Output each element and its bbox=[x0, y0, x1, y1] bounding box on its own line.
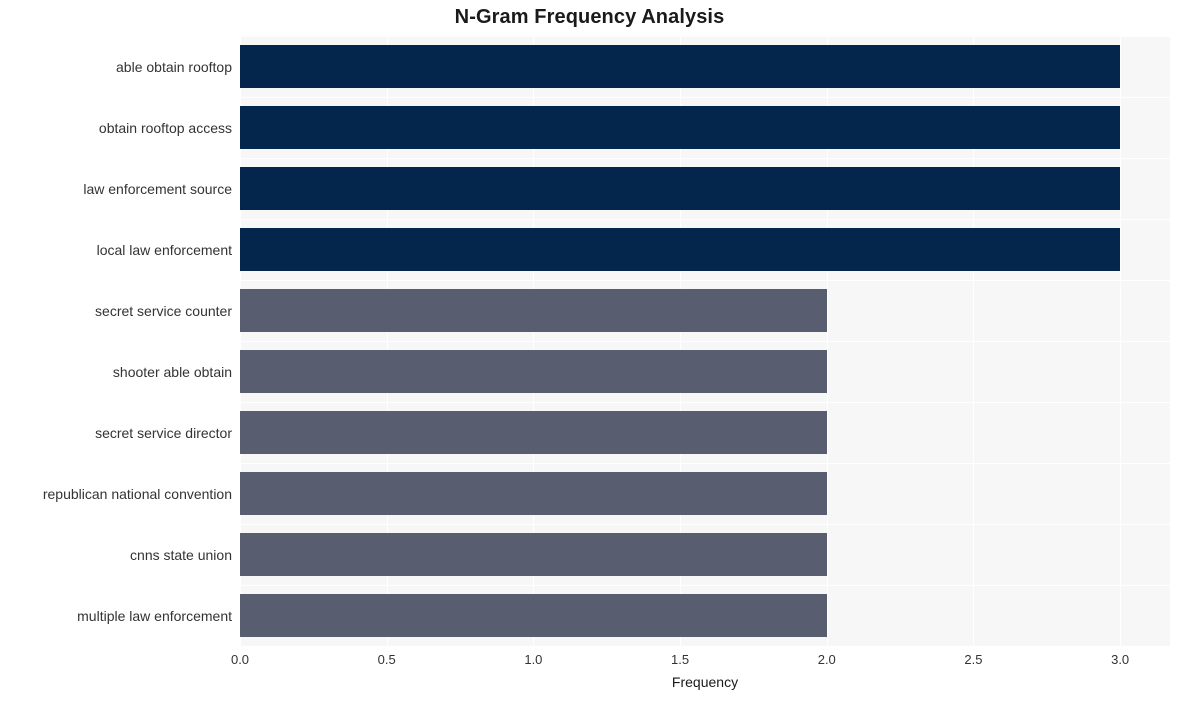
y-axis-tick-label: republican national convention bbox=[42, 485, 232, 502]
x-axis-tick-labels: 0.0 0.5 1.0 1.5 2.0 2.5 3.0 bbox=[231, 652, 1170, 674]
bar bbox=[240, 105, 1121, 150]
x-axis-tick-label: 3.0 bbox=[1111, 652, 1130, 667]
y-axis-tick-label: secret service counter bbox=[95, 302, 232, 319]
bar bbox=[240, 593, 827, 638]
x-axis-tick-label: 0.0 bbox=[230, 652, 250, 667]
x-axis-tick-label: 2.0 bbox=[817, 652, 836, 667]
y-axis-tick-label: law enforcement source bbox=[83, 180, 232, 197]
bar bbox=[240, 44, 1121, 89]
bar bbox=[240, 349, 827, 394]
bar bbox=[240, 410, 827, 455]
x-axis-tick-label: 1.5 bbox=[671, 652, 690, 667]
x-axis-tick-label: 0.5 bbox=[377, 652, 396, 667]
chart-figure: N-Gram Frequency Analysis able obtain ro… bbox=[0, 0, 1179, 701]
y-axis-tick-label: able obtain rooftop bbox=[116, 58, 232, 75]
y-axis-tick-labels: able obtain rooftop obtain rooftop access… bbox=[0, 36, 232, 646]
y-axis-tick-label: obtain rooftop access bbox=[98, 119, 232, 136]
y-axis-tick-label: cnns state union bbox=[130, 546, 232, 563]
y-axis-tick-label: multiple law enforcement bbox=[77, 607, 232, 624]
plot-area bbox=[240, 36, 1170, 646]
y-axis-tick-label: local law enforcement bbox=[96, 241, 232, 258]
x-axis-tick-label: 2.5 bbox=[964, 652, 983, 667]
bar bbox=[240, 471, 827, 516]
bars-layer bbox=[240, 36, 1170, 646]
bar bbox=[240, 227, 1121, 272]
y-axis-tick-label: secret service director bbox=[95, 424, 232, 441]
x-axis-title: Frequency bbox=[671, 674, 739, 690]
bar bbox=[240, 288, 827, 333]
y-axis-tick-label: shooter able obtain bbox=[112, 363, 232, 380]
x-axis-tick-label: 1.0 bbox=[524, 652, 543, 667]
bar bbox=[240, 166, 1121, 211]
chart-title: N-Gram Frequency Analysis bbox=[454, 6, 725, 28]
bar bbox=[240, 532, 827, 577]
